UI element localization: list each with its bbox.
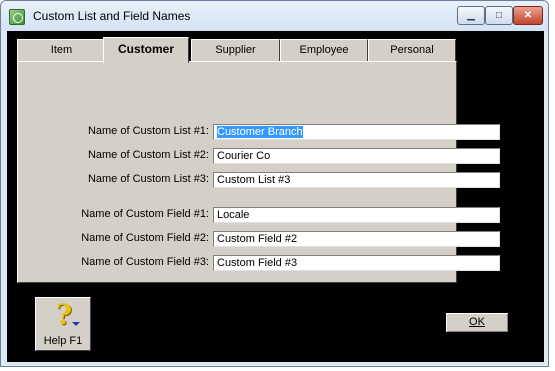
custom-list-1-label: Name of Custom List #1: xyxy=(87,125,209,137)
window-title: Custom List and Field Names xyxy=(33,9,191,23)
custom-list-3-input[interactable]: Custom List #3 xyxy=(213,172,500,188)
custom-list-2-row: Name of Custom List #2: Courier Co xyxy=(25,148,500,164)
tab-customer[interactable]: Customer xyxy=(103,37,189,63)
custom-list-1-row: Name of Custom List #1: Customer Branch xyxy=(25,124,500,140)
help-button[interactable]: ? Help F1 xyxy=(35,297,91,351)
custom-field-1-row: Name of Custom Field #1: Locale xyxy=(25,207,500,223)
custom-list-1-value: Customer Branch xyxy=(217,126,303,138)
custom-list-2-label: Name of Custom List #2: xyxy=(87,149,209,161)
tab-employee[interactable]: Employee xyxy=(280,39,368,61)
dropdown-arrow-icon xyxy=(72,322,80,326)
custom-field-3-label: Name of Custom Field #3: xyxy=(81,256,209,268)
close-button[interactable]: ✕ xyxy=(513,6,543,25)
custom-field-3-input[interactable]: Custom Field #3 xyxy=(213,255,500,271)
custom-list-3-row: Name of Custom List #3: Custom List #3 xyxy=(25,172,500,188)
custom-field-3-row: Name of Custom Field #3: Custom Field #3 xyxy=(25,255,500,271)
minimize-button[interactable]: ▁ xyxy=(457,6,485,25)
custom-field-2-row: Name of Custom Field #2: Custom Field #2 xyxy=(25,231,500,247)
tab-panel: Name of Custom List #1: Customer Branch … xyxy=(17,61,500,283)
custom-field-2-input[interactable]: Custom Field #2 xyxy=(213,231,500,247)
custom-field-1-input[interactable]: Locale xyxy=(213,207,500,223)
tab-personal[interactable]: Personal xyxy=(368,39,456,61)
maximize-button[interactable]: □ xyxy=(485,6,513,25)
app-icon xyxy=(9,9,25,25)
custom-list-3-label: Name of Custom List #3: xyxy=(87,173,209,185)
custom-field-1-label: Name of Custom Field #1: xyxy=(81,208,209,220)
tab-item[interactable]: Item xyxy=(17,39,106,61)
custom-list-2-input[interactable]: Courier Co xyxy=(213,148,500,164)
title-bar[interactable]: Custom List and Field Names ▁ □ ✕ xyxy=(1,1,548,31)
help-button-label: Help F1 xyxy=(43,335,83,347)
ok-button[interactable]: OK xyxy=(445,312,509,333)
dialog-client: Item Customer Supplier Employee Personal… xyxy=(7,31,544,362)
tab-supplier[interactable]: Supplier xyxy=(191,39,280,61)
dialog-window: Custom List and Field Names ▁ □ ✕ Item C… xyxy=(0,0,549,367)
field-list: Name of Custom List #1: Customer Branch … xyxy=(25,71,500,293)
question-mark-icon: ? xyxy=(55,298,73,331)
custom-field-2-label: Name of Custom Field #2: xyxy=(81,232,209,244)
custom-list-1-input[interactable]: Customer Branch xyxy=(213,124,500,140)
